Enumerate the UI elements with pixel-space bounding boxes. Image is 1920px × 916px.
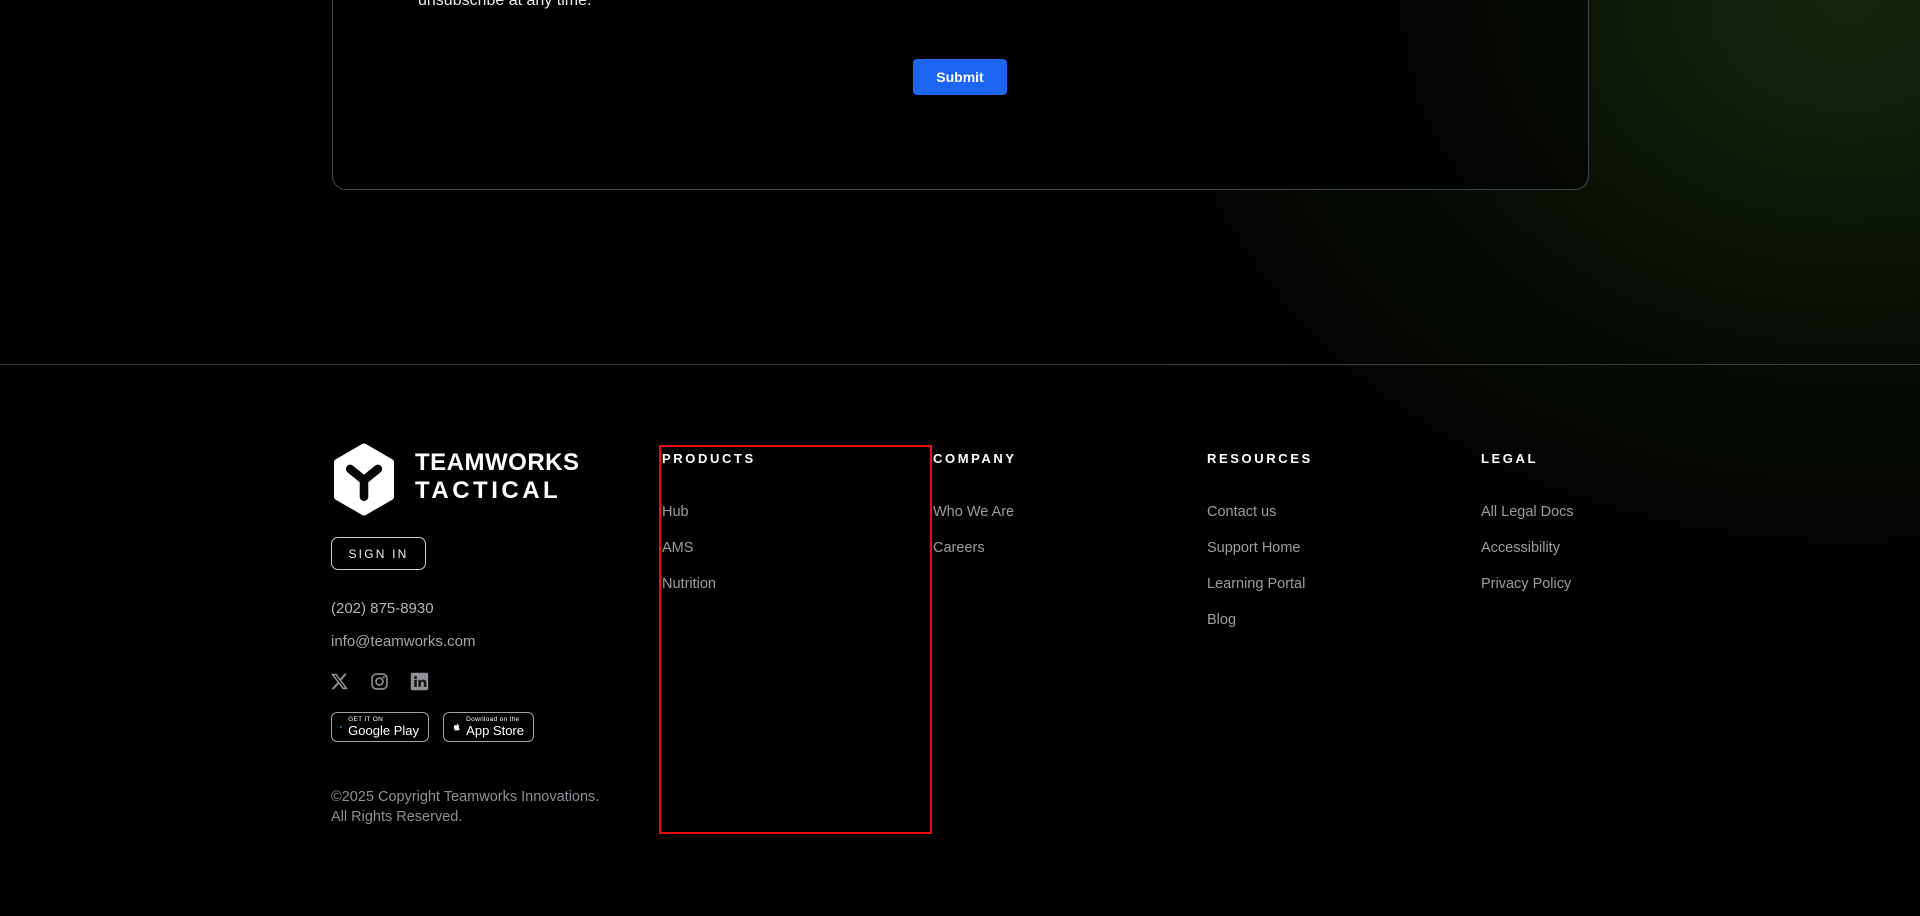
footer-link-careers[interactable]: Careers — [933, 541, 1017, 556]
brand-name-line1: TEAMWORKS — [415, 449, 580, 476]
app-store-badge[interactable]: Download on the App Store — [443, 712, 534, 742]
footer-divider — [0, 364, 1920, 365]
brand-name-line2: TACTICAL — [415, 477, 562, 504]
social-links-row — [330, 672, 429, 691]
footer-link-support-home[interactable]: Support Home — [1207, 541, 1313, 556]
google-play-tagline: GET IT ON — [348, 716, 384, 723]
google-play-icon — [340, 725, 342, 729]
footer-column-company: COMPANY Who We Are Careers — [933, 452, 1017, 556]
teamworks-hexagon-logo-icon — [333, 443, 395, 516]
newsletter-card — [332, 0, 1589, 190]
page: unsubscribe at any time. Submit TEAMWORK… — [0, 0, 1920, 916]
sign-in-button[interactable]: SIGN IN — [331, 537, 426, 570]
google-play-store-label: Google Play — [348, 723, 419, 738]
copyright-text: ©2025 Copyright Teamworks Innovations. A… — [331, 787, 599, 827]
footer-link-nutrition[interactable]: Nutrition — [662, 577, 756, 592]
footer-link-blog[interactable]: Blog — [1207, 613, 1313, 628]
phone-link[interactable]: (202) 875-8930 — [331, 600, 434, 617]
footer-link-all-legal-docs[interactable]: All Legal Docs — [1481, 505, 1574, 520]
column-heading: PRODUCTS — [662, 451, 756, 466]
apple-icon — [453, 723, 460, 731]
footer-column-resources: RESOURCES Contact us Support Home Learni… — [1207, 452, 1313, 628]
footer-link-learning-portal[interactable]: Learning Portal — [1207, 577, 1313, 592]
email-link[interactable]: info@teamworks.com — [331, 633, 475, 650]
submit-button[interactable]: Submit — [913, 59, 1007, 95]
brand-logo-block: TEAMWORKS TACTICAL — [331, 443, 579, 516]
footer-column-legal: LEGAL All Legal Docs Accessibility Priva… — [1481, 452, 1574, 592]
newsletter-disclaimer-text: unsubscribe at any time. — [418, 0, 592, 9]
footer-link-ams[interactable]: AMS — [662, 541, 756, 556]
copyright-line1: ©2025 Copyright Teamworks Innovations. — [331, 789, 600, 805]
brand-wordmark: TEAMWORKS TACTICAL — [415, 449, 579, 516]
app-store-label: App Store — [466, 723, 524, 738]
footer-link-accessibility[interactable]: Accessibility — [1481, 541, 1574, 556]
app-badges-row: GET IT ON Google Play Download on the Ap… — [331, 712, 534, 742]
column-heading: COMPANY — [933, 451, 1017, 466]
column-heading: LEGAL — [1481, 451, 1539, 466]
footer-column-products: PRODUCTS Hub AMS Nutrition — [662, 452, 756, 592]
footer-link-privacy-policy[interactable]: Privacy Policy — [1481, 577, 1574, 592]
copyright-line2: All Rights Reserved. — [331, 809, 463, 825]
column-heading: RESOURCES — [1207, 451, 1313, 466]
footer-link-who-we-are[interactable]: Who We Are — [933, 505, 1017, 520]
footer-link-contact-us[interactable]: Contact us — [1207, 505, 1313, 520]
linkedin-icon[interactable] — [410, 672, 429, 691]
app-store-tagline: Download on the — [466, 716, 520, 723]
google-play-badge[interactable]: GET IT ON Google Play — [331, 712, 429, 742]
instagram-icon[interactable] — [370, 672, 389, 691]
x-twitter-icon[interactable] — [330, 672, 349, 691]
footer-link-hub[interactable]: Hub — [662, 505, 756, 520]
